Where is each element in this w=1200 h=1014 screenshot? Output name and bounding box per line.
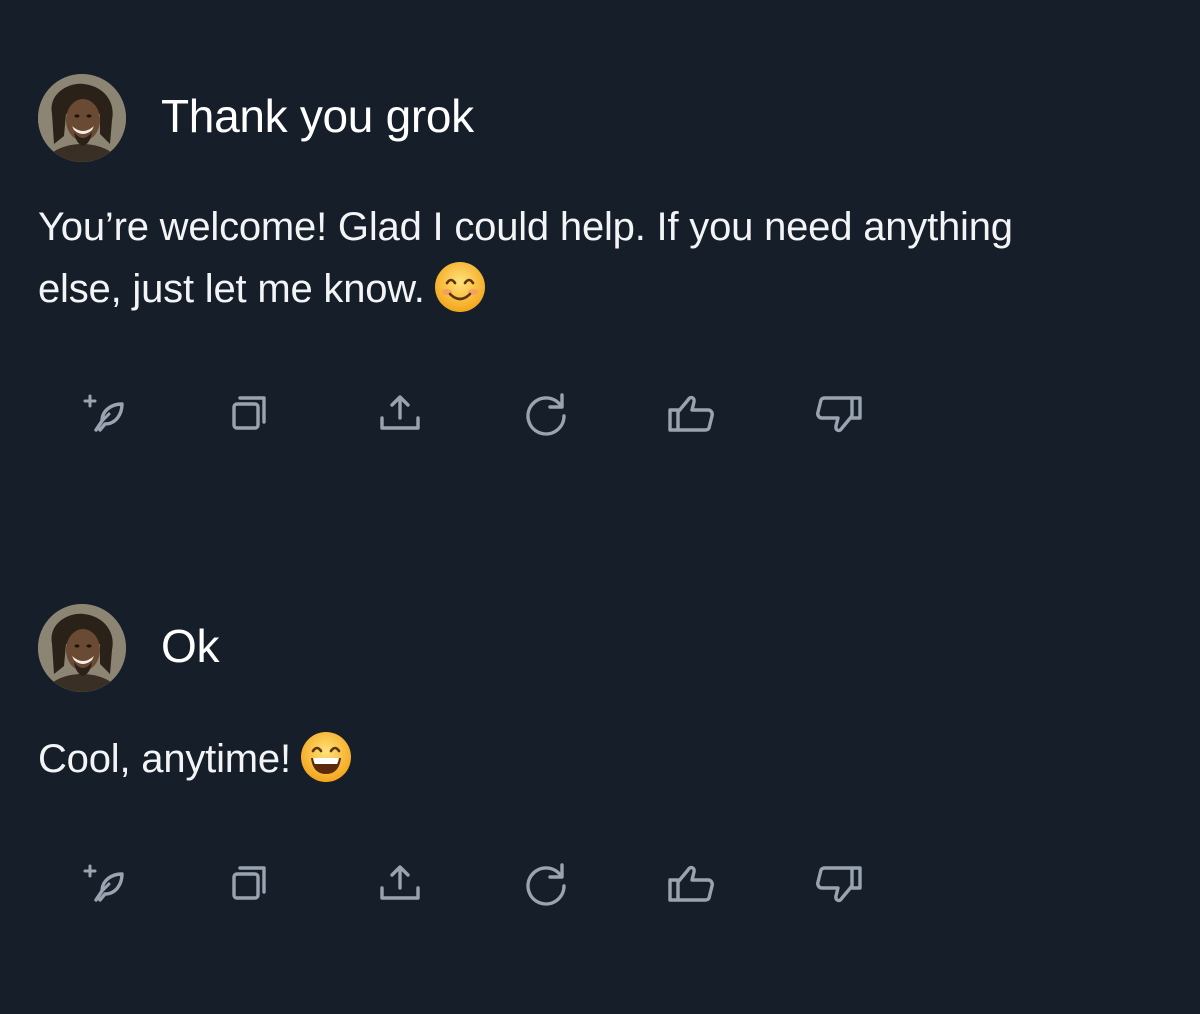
thumbs-down-icon (816, 866, 862, 903)
user-message: Thank you grok (38, 72, 474, 164)
user-message-text: Thank you grok (161, 90, 474, 142)
share-icon (380, 395, 420, 430)
avatar (38, 604, 126, 692)
share-button[interactable] (370, 854, 430, 914)
grinning-face-emoji-icon (299, 730, 353, 784)
regenerate-icon (526, 393, 566, 436)
regenerate-icon (526, 863, 566, 906)
message-actions (0, 384, 1200, 444)
thumbs-down-button[interactable] (808, 384, 868, 444)
thumbs-down-icon (816, 396, 862, 433)
assistant-reply-text: You’re welcome! Glad I could help. If yo… (38, 205, 1013, 311)
thumbs-down-button[interactable] (808, 854, 868, 914)
regenerate-button[interactable] (516, 854, 576, 914)
copy-icon (232, 866, 266, 900)
avatar (38, 74, 126, 162)
copy-icon (232, 396, 266, 430)
assistant-reply: You’re welcome! Glad I could help. If yo… (38, 196, 1098, 320)
share-icon (380, 865, 420, 900)
grok-quill-button[interactable] (76, 854, 136, 914)
regenerate-button[interactable] (516, 384, 576, 444)
smiling-face-emoji-icon (433, 260, 487, 314)
thumbs-up-icon (668, 865, 714, 902)
message-actions (0, 854, 1200, 914)
copy-button[interactable] (224, 384, 284, 444)
grok-quill-icon (83, 864, 124, 902)
grok-quill-icon (83, 394, 124, 432)
thumbs-up-button[interactable] (662, 384, 722, 444)
copy-button[interactable] (224, 854, 284, 914)
thumbs-up-icon (668, 395, 714, 432)
assistant-reply: Cool, anytime! (38, 728, 1098, 790)
grok-quill-button[interactable] (76, 384, 136, 444)
assistant-reply-text: Cool, anytime! (38, 737, 291, 781)
user-message: Ok (38, 602, 219, 694)
user-message-text: Ok (161, 620, 220, 672)
share-button[interactable] (370, 384, 430, 444)
conversation-thread: Thank you grok You’re welcome! Glad I co… (0, 0, 1200, 1014)
thumbs-up-button[interactable] (662, 854, 722, 914)
